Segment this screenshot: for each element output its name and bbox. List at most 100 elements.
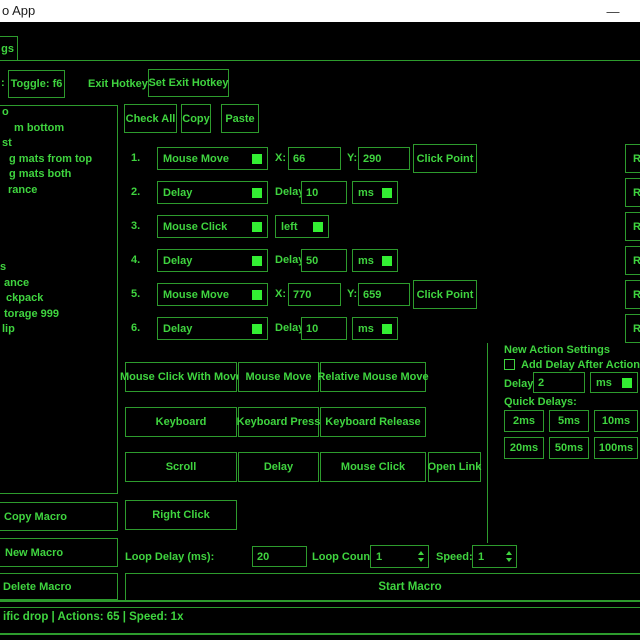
copy-button[interactable]: Copy xyxy=(181,104,211,133)
dropdown-indicator-icon xyxy=(313,222,323,232)
click-point-button[interactable]: Click Point xyxy=(413,280,477,309)
palette-button-right-click[interactable]: Right Click xyxy=(125,500,237,530)
quick-delay-button-100ms[interactable]: 100ms xyxy=(594,437,638,459)
delay-unit-dropdown[interactable]: ms xyxy=(352,249,398,272)
new-action-unit-dropdown[interactable]: ms xyxy=(590,372,638,393)
delay-input[interactable] xyxy=(301,249,347,272)
palette-button-keyboard-release[interactable]: Keyboard Release xyxy=(320,407,426,437)
action-type-dropdown[interactable]: Delay xyxy=(157,317,268,340)
dropdown-indicator-icon xyxy=(252,222,262,232)
action-type-value: Mouse Move xyxy=(163,289,229,301)
action-type-dropdown[interactable]: Delay xyxy=(157,181,268,204)
check-all-button[interactable]: Check All xyxy=(124,104,177,133)
loop-delay-input[interactable] xyxy=(252,546,307,567)
quick-delay-button-50ms[interactable]: 50ms xyxy=(549,437,589,459)
start-macro-button[interactable]: Start Macro xyxy=(125,573,640,601)
action-type-value: Delay xyxy=(163,255,192,267)
macro-list-item[interactable]: g mats both xyxy=(9,168,124,180)
remove-action-button[interactable]: Remove xyxy=(625,178,640,207)
mouse-button-dropdown[interactable]: left xyxy=(275,215,329,238)
macro-list-item[interactable]: ance xyxy=(4,277,119,289)
action-type-dropdown[interactable]: Mouse Click xyxy=(157,215,268,238)
palette-button-keyboard-press[interactable]: Keyboard Press xyxy=(238,407,319,437)
x-input[interactable] xyxy=(288,147,341,170)
dropdown-indicator-icon xyxy=(252,290,262,300)
palette-button-scroll[interactable]: Scroll xyxy=(125,452,237,482)
new-action-delay-input[interactable] xyxy=(533,372,585,393)
x-input[interactable] xyxy=(288,283,341,306)
action-type-dropdown[interactable]: Mouse Move xyxy=(157,147,268,170)
macro-list-item[interactable]: g mats from top xyxy=(9,153,124,165)
new-macro-button[interactable]: New Macro xyxy=(0,538,118,567)
delay-label: Delay xyxy=(275,254,304,266)
macro-list-item[interactable]: rance xyxy=(8,184,123,196)
toggle-hotkey-button[interactable]: Toggle: f6 xyxy=(8,70,65,98)
x-label: X: xyxy=(275,288,286,300)
delay-unit-dropdown[interactable]: ms xyxy=(352,317,398,340)
macro-list-item[interactable]: o xyxy=(2,106,117,118)
remove-action-button[interactable]: Remove xyxy=(625,246,640,275)
dropdown-indicator-icon xyxy=(382,256,392,266)
tab-settings[interactable]: gs xyxy=(0,36,18,61)
dropdown-indicator-icon xyxy=(252,256,262,266)
remove-action-button[interactable]: Remove xyxy=(625,280,640,309)
action-type-value: Delay xyxy=(163,323,192,335)
delay-unit-dropdown[interactable]: ms xyxy=(352,181,398,204)
minimize-button[interactable]: — xyxy=(598,0,628,22)
macro-list-item[interactable]: lip xyxy=(2,323,117,335)
stepper-arrows-icon[interactable] xyxy=(418,551,424,562)
quick-delay-button-10ms[interactable]: 10ms xyxy=(594,410,638,432)
add-delay-checkbox[interactable] xyxy=(504,359,515,370)
dropdown-indicator-icon xyxy=(252,154,262,164)
delay-input[interactable] xyxy=(301,181,347,204)
loop-count-stepper[interactable]: 1 xyxy=(370,545,429,568)
delay-unit-value: ms xyxy=(358,323,374,335)
macro-list-item[interactable]: m bottom xyxy=(14,122,129,134)
action-rows-viewport: 1.Mouse MoveX:Y:Click PointRemove2.Delay… xyxy=(120,140,640,343)
window-title: o App xyxy=(2,3,35,18)
delay-label: Delay xyxy=(275,322,304,334)
palette-button-mouse-click[interactable]: Mouse Click xyxy=(320,452,426,482)
delay-unit-value: ms xyxy=(358,255,374,267)
paste-button[interactable]: Paste xyxy=(221,104,259,133)
palette-button-mouse-click-with-move[interactable]: Mouse Click With Move xyxy=(125,362,237,392)
delay-input[interactable] xyxy=(301,317,347,340)
quick-delays-grid: 2ms5ms10ms 20ms50ms100ms xyxy=(504,410,640,465)
macro-list-item[interactable]: ckpack xyxy=(6,292,121,304)
remove-action-button[interactable]: Remove xyxy=(625,212,640,241)
action-row-number: 2. xyxy=(131,186,140,198)
quick-delay-button-20ms[interactable]: 20ms xyxy=(504,437,544,459)
y-input[interactable] xyxy=(358,147,410,170)
new-action-title: New Action Settings xyxy=(504,344,610,356)
click-point-button[interactable]: Click Point xyxy=(413,144,477,173)
status-text: ific drop | Actions: 65 | Speed: 1x xyxy=(3,611,183,623)
action-type-dropdown[interactable]: Delay xyxy=(157,249,268,272)
palette-button-delay[interactable]: Delay xyxy=(238,452,319,482)
dropdown-indicator-icon xyxy=(382,188,392,198)
palette-button-mouse-move[interactable]: Mouse Move xyxy=(238,362,319,392)
set-exit-hotkey-button[interactable]: Set Exit Hotkey xyxy=(148,69,229,97)
remove-action-button[interactable]: Remove xyxy=(625,144,640,173)
remove-action-button[interactable]: Remove xyxy=(625,314,640,343)
palette-button-relative-mouse-move[interactable]: Relative Mouse Move xyxy=(320,362,426,392)
quick-delay-button-5ms[interactable]: 5ms xyxy=(549,410,589,432)
copy-macro-button[interactable]: Copy Macro xyxy=(0,502,118,531)
palette-button-keyboard[interactable]: Keyboard xyxy=(125,407,237,437)
macro-list-item[interactable]: st xyxy=(2,137,117,149)
tabstrip-divider xyxy=(0,60,640,61)
palette-button-open-link[interactable]: Open Link xyxy=(428,452,481,482)
speed-stepper[interactable]: 1 xyxy=(472,545,517,568)
exit-hotkey-label: Exit Hotkey: xyxy=(88,78,152,90)
dropdown-indicator-icon xyxy=(382,324,392,334)
macro-list-item[interactable]: s xyxy=(0,261,115,273)
y-input[interactable] xyxy=(358,283,410,306)
quick-delay-button-2ms[interactable]: 2ms xyxy=(504,410,544,432)
dropdown-indicator-icon xyxy=(252,324,262,334)
mouse-button-value: left xyxy=(281,221,298,233)
action-type-dropdown[interactable]: Mouse Move xyxy=(157,283,268,306)
delete-macro-button[interactable]: Delete Macro xyxy=(0,573,118,600)
macro-list-item[interactable]: torage 999 xyxy=(4,308,119,320)
toggle-hotkey-label: : xyxy=(1,77,5,89)
stepper-arrows-icon[interactable] xyxy=(506,551,512,562)
loop-count-value: 1 xyxy=(371,551,382,563)
